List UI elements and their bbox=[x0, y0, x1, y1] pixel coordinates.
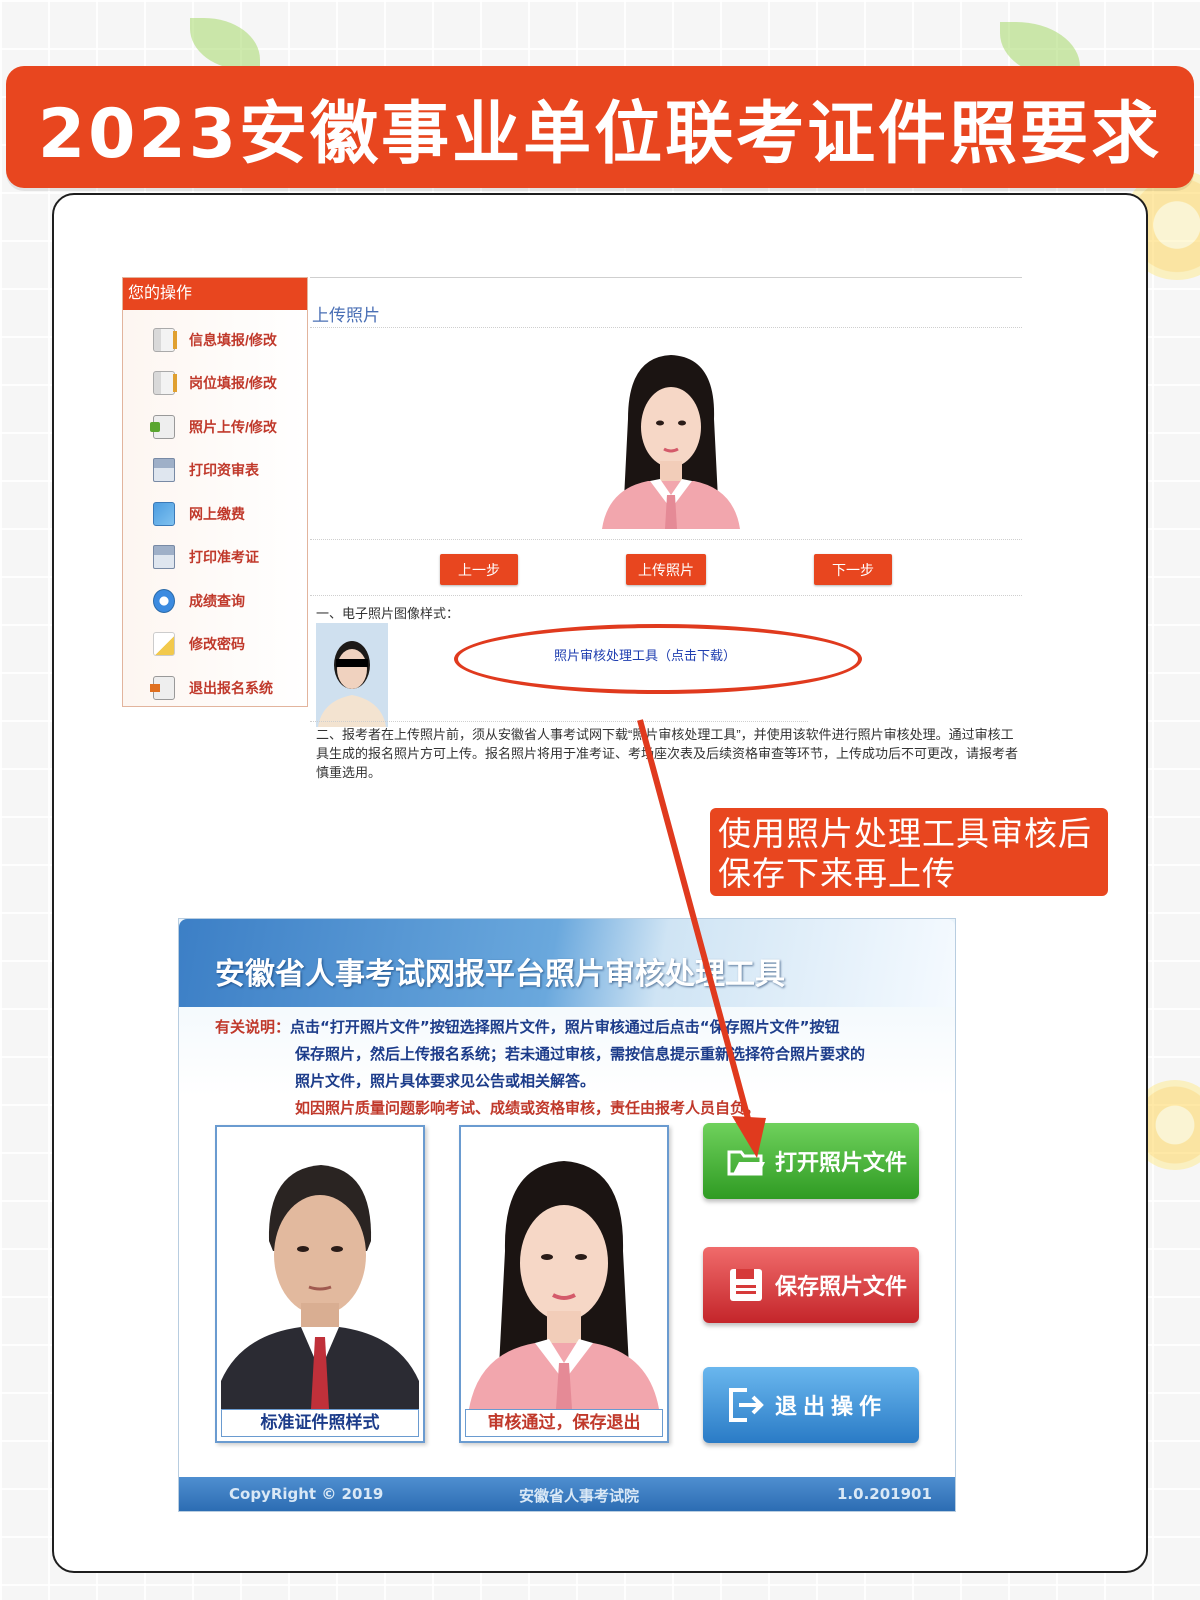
reviewed-photo bbox=[465, 1131, 663, 1409]
photo-style-heading: 一、电子照片图像样式： bbox=[316, 606, 460, 621]
exit-operation-label: 退出操作 bbox=[775, 1395, 888, 1420]
result-photo-frame: 审核通过，保存退出 bbox=[459, 1125, 669, 1443]
footer-version: 1.0.201901 bbox=[837, 1485, 932, 1503]
sidebar-item-label: 修改密码 bbox=[189, 636, 245, 653]
sidebar-item-change-password[interactable]: 修改密码 bbox=[123, 623, 307, 667]
save-disk-icon bbox=[730, 1269, 762, 1301]
sidebar-item-label: 退出报名系统 bbox=[189, 679, 273, 696]
upload-panel: 上传照片 上一步 上传照片 下一步 一、电子照片图像样式： 照片审核处理工具（点… bbox=[310, 277, 1042, 797]
divider bbox=[310, 277, 1022, 278]
note-text: 点击“打开照片文件”按钮选择照片文件，照片审核通过后点击“保存照片文件”按钮 bbox=[290, 1018, 840, 1036]
note-text: 照片文件，照片具体要求见公告或相关解答。 bbox=[295, 1072, 596, 1090]
sidebar-item-print-admission[interactable]: 打印准考证 bbox=[123, 536, 307, 580]
sidebar-item-label: 网上缴费 bbox=[189, 505, 245, 522]
sidebar-item-info-edit[interactable]: 信息填报/修改 bbox=[123, 318, 307, 362]
upload-instructions-text: 二、报考者在上传照片前，须从安徽省人事考试网下载“照片审核处理工具”，并使用该软… bbox=[316, 727, 1019, 780]
pencil-icon bbox=[153, 632, 175, 657]
note-label: 有关说明： bbox=[215, 1018, 291, 1036]
open-photo-file-button[interactable]: 打开照片文件 bbox=[703, 1123, 919, 1199]
exit-icon bbox=[150, 675, 175, 700]
tool-title: 安徽省人事考试网报平台照片审核处理工具 bbox=[215, 957, 785, 992]
photo-review-tool-window: 安徽省人事考试网报平台照片审核处理工具 有关说明：点击“打开照片文件”按钮选择照… bbox=[178, 918, 956, 1512]
save-photo-file-button[interactable]: 保存照片文件 bbox=[703, 1247, 919, 1323]
sidebar-item-label: 打印资审表 bbox=[189, 462, 259, 479]
document-icon bbox=[153, 371, 177, 396]
tool-instructions: 有关说明：点击“打开照片文件”按钮选择照片文件，照片审核通过后点击“保存照片文件… bbox=[215, 1014, 915, 1122]
note-text: 保存照片，然后上传报名系统；若未通过审核，需按信息提示重新选择符合照片要求的 bbox=[295, 1045, 866, 1063]
title-banner: 2023安徽事业单位联考证件照要求 bbox=[6, 66, 1194, 188]
photo-upload-icon bbox=[150, 414, 175, 439]
sidebar-item-online-payment[interactable]: 网上缴费 bbox=[123, 492, 307, 536]
sidebar-item-label: 信息填报/修改 bbox=[189, 331, 277, 348]
divider bbox=[310, 539, 1022, 540]
sample-photo-frame: 标准证件照样式 bbox=[215, 1125, 425, 1443]
sidebar-item-score-query[interactable]: 成绩查询 bbox=[123, 579, 307, 623]
document-icon bbox=[153, 327, 177, 352]
search-icon bbox=[153, 588, 175, 613]
standard-id-photo bbox=[221, 1131, 419, 1409]
footer-organization: 安徽省人事考试院 bbox=[519, 1487, 640, 1505]
sidebar-item-label: 岗位填报/修改 bbox=[189, 375, 277, 392]
uploaded-portrait-photo bbox=[598, 349, 744, 529]
divider bbox=[310, 595, 1022, 596]
divider bbox=[310, 721, 808, 722]
result-photo-caption: 审核通过，保存退出 bbox=[465, 1409, 663, 1437]
note-warning: 如因照片质量问题影响考试、成绩或资格审核，责任由报考人员自负。 bbox=[295, 1099, 761, 1117]
callout-line: 保存下来再上传 bbox=[718, 854, 956, 893]
decorative-leaf bbox=[190, 18, 260, 70]
sidebar-item-photo-upload[interactable]: 照片上传/修改 bbox=[123, 405, 307, 449]
upload-photo-button[interactable]: 上传照片 bbox=[626, 554, 706, 585]
sidebar-menu: 信息填报/修改 岗位填报/修改 照片上传/修改 打印资审表 网上缴费 打印准考证… bbox=[123, 310, 307, 706]
callout-line: 使用照片处理工具审核后 bbox=[718, 814, 1092, 853]
sidebar-item-position-edit[interactable]: 岗位填报/修改 bbox=[123, 362, 307, 406]
footer-copyright: CopyRight © 2019 bbox=[229, 1485, 384, 1503]
operations-sidebar: 您的操作 信息填报/修改 岗位填报/修改 照片上传/修改 打印资审表 网上缴费 … bbox=[122, 277, 308, 707]
sample-photo-caption: 标准证件照样式 bbox=[221, 1409, 419, 1437]
divider bbox=[310, 327, 1022, 328]
page-title: 2023安徽事业单位联考证件照要求 bbox=[37, 94, 1163, 174]
next-step-button[interactable]: 下一步 bbox=[814, 554, 892, 585]
payment-card-icon bbox=[153, 501, 175, 526]
sidebar-item-label: 照片上传/修改 bbox=[189, 418, 277, 435]
instruction-callout: 使用照片处理工具审核后 保存下来再上传 bbox=[710, 808, 1108, 896]
printer-icon bbox=[153, 458, 175, 483]
open-photo-file-label: 打开照片文件 bbox=[775, 1151, 908, 1176]
save-photo-file-label: 保存照片文件 bbox=[775, 1275, 908, 1300]
sidebar-item-label: 成绩查询 bbox=[189, 592, 245, 609]
upload-section-title: 上传照片 bbox=[312, 306, 380, 325]
exit-arrow-icon bbox=[729, 1388, 764, 1422]
sidebar-item-label: 打印准考证 bbox=[189, 549, 259, 566]
sample-id-photo-thumbnail bbox=[316, 623, 388, 727]
exit-operation-button[interactable]: 退出操作 bbox=[703, 1367, 919, 1443]
registration-page-screenshot: 您的操作 信息填报/修改 岗位填报/修改 照片上传/修改 打印资审表 网上缴费 … bbox=[122, 277, 1042, 797]
sidebar-item-exit-system[interactable]: 退出报名系统 bbox=[123, 666, 307, 710]
tool-footer: CopyRight © 2019 安徽省人事考试院 1.0.201901 bbox=[179, 1477, 955, 1511]
download-tool-link[interactable]: 照片审核处理工具（点击下载） bbox=[554, 645, 736, 664]
tool-header: 安徽省人事考试网报平台照片审核处理工具 bbox=[179, 919, 955, 1007]
printer-icon bbox=[153, 545, 175, 570]
open-folder-icon bbox=[727, 1150, 765, 1176]
previous-step-button[interactable]: 上一步 bbox=[440, 554, 518, 585]
sidebar-header: 您的操作 bbox=[123, 278, 307, 310]
sidebar-item-print-review[interactable]: 打印资审表 bbox=[123, 449, 307, 493]
